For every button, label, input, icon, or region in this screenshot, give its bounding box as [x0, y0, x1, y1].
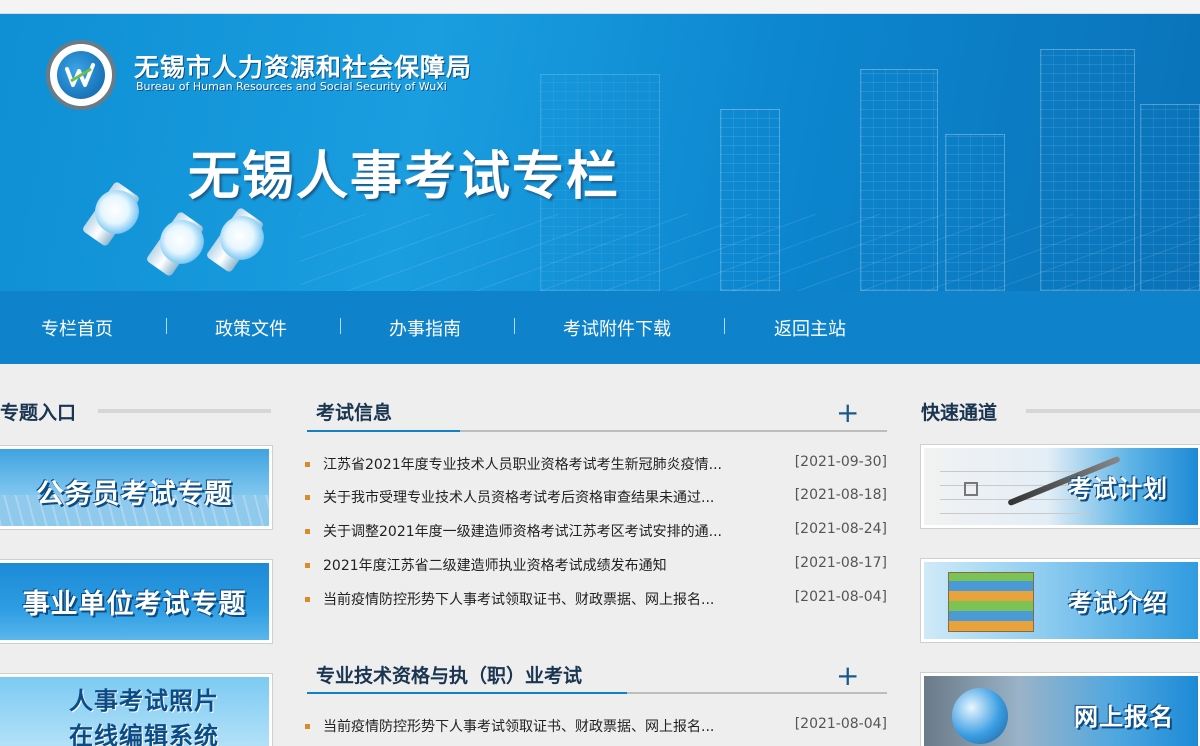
- spotlight-icon: [95, 190, 139, 234]
- books-icon: [948, 572, 1034, 632]
- card-label: 考试计划: [1068, 475, 1168, 503]
- card-exam-plan[interactable]: 考试计划: [920, 444, 1200, 529]
- nav-item-policy[interactable]: 政策文件: [215, 315, 287, 341]
- bureau-logo[interactable]: [46, 40, 116, 110]
- bullet-icon: [305, 462, 310, 467]
- logo-emblem: [57, 51, 105, 99]
- card-image: 事业单位考试专题: [0, 563, 269, 640]
- nav-separator: [166, 318, 167, 334]
- section-divider: [98, 409, 271, 413]
- list-item-date: [2021-08-04]: [794, 589, 887, 605]
- list-item-title[interactable]: 关于我市受理专业技术人员资格考试考后资格审查结果未通过...: [323, 487, 768, 507]
- list-item-date: [2021-08-24]: [794, 521, 887, 537]
- section-title-exam-info: 考试信息: [316, 402, 393, 424]
- list-item[interactable]: 关于调整2021年度一级建造师资格考试江苏考区考试安排的通... [2021-0…: [305, 521, 887, 541]
- card-photo-editing-system[interactable]: 人事考试照片 在线编辑系统: [0, 673, 273, 746]
- section-divider-accent: [307, 692, 627, 694]
- spotlight-icon: [160, 220, 204, 264]
- card-image: 人事考试照片 在线编辑系统: [0, 677, 269, 746]
- card-label: 考试介绍: [1068, 589, 1168, 617]
- section-title-professional-exam: 专业技术资格与执（职）业考试: [316, 665, 583, 687]
- list-item-date: [2021-08-17]: [794, 555, 887, 571]
- header-banner: 无锡市人力资源和社会保障局 Bureau of Human Resources …: [0, 14, 1200, 291]
- globe-icon: [952, 688, 1008, 744]
- list-item-title[interactable]: 当前疫情防控形势下人事考试领取证书、财政票据、网上报名...: [323, 589, 768, 609]
- list-item[interactable]: 2021年度江苏省二级建造师执业资格考试成绩发布通知 [2021-08-17]: [305, 555, 887, 575]
- section-divider: [1026, 409, 1200, 413]
- card-image: 考试介绍: [924, 562, 1198, 639]
- card-label: 公务员考试专题: [36, 479, 233, 510]
- list-item-title[interactable]: 江苏省2021年度专业技术人员职业资格考试考生新冠肺炎疫情...: [323, 454, 768, 474]
- nav-item-downloads[interactable]: 考试附件下载: [563, 315, 671, 341]
- nav-item-home[interactable]: 专栏首页: [41, 315, 113, 341]
- card-public-institution-exam[interactable]: 事业单位考试专题: [0, 559, 273, 644]
- list-item[interactable]: 当前疫情防控形势下人事考试领取证书、财政票据、网上报名... [2021-08-…: [305, 589, 887, 609]
- nav-separator: [514, 318, 515, 334]
- list-item[interactable]: 关于我市受理专业技术人员资格考试考后资格审查结果未通过... [2021-08-…: [305, 487, 887, 507]
- list-item-title[interactable]: 2021年度江苏省二级建造师执业资格考试成绩发布通知: [323, 555, 768, 575]
- card-label: 网上报名: [1074, 703, 1174, 731]
- nav-item-guide[interactable]: 办事指南: [389, 315, 461, 341]
- page-title: 无锡人事考试专栏: [188, 147, 621, 207]
- card-civil-servant-exam[interactable]: 公务员考试专题: [0, 445, 273, 530]
- more-plus-icon[interactable]: +: [836, 662, 859, 690]
- more-plus-icon[interactable]: +: [836, 399, 859, 427]
- top-strip: [0, 0, 1200, 14]
- banner-floor-grid: [300, 214, 1200, 291]
- checkbox-icon: [964, 482, 978, 496]
- org-name-en: Bureau of Human Resources and Social Sec…: [136, 80, 447, 93]
- bullet-icon: [305, 563, 310, 568]
- card-label: 事业单位考试专题: [22, 589, 247, 620]
- spotlight-icon: [220, 216, 264, 260]
- list-item-date: [2021-08-04]: [794, 716, 887, 732]
- nav-separator: [724, 318, 725, 334]
- card-image: 考试计划: [924, 448, 1198, 525]
- logo-emblem-icon: [65, 63, 95, 87]
- card-exam-intro[interactable]: 考试介绍: [920, 558, 1200, 643]
- list-item[interactable]: 当前疫情防控形势下人事考试领取证书、财政票据、网上报名... [2021-08-…: [305, 716, 887, 736]
- section-title-quick-access: 快速通道: [921, 402, 998, 424]
- nav-item-main-site[interactable]: 返回主站: [774, 315, 846, 341]
- list-item-title[interactable]: 当前疫情防控形势下人事考试领取证书、财政票据、网上报名...: [323, 716, 768, 736]
- nav-separator: [340, 318, 341, 334]
- card-label-line2: 在线编辑系统: [69, 721, 219, 746]
- main-nav: 专栏首页 政策文件 办事指南 考试附件下载 返回主站: [0, 291, 1200, 364]
- bullet-icon: [305, 724, 310, 729]
- card-image: 公务员考试专题: [0, 449, 269, 526]
- list-item-title[interactable]: 关于调整2021年度一级建造师资格考试江苏考区考试安排的通...: [323, 521, 768, 541]
- list-item[interactable]: 江苏省2021年度专业技术人员职业资格考试考生新冠肺炎疫情... [2021-0…: [305, 454, 887, 474]
- card-image: 网上报名: [924, 676, 1198, 746]
- section-divider-accent: [307, 430, 460, 432]
- list-item-date: [2021-09-30]: [794, 454, 887, 470]
- section-title-topics: 专题入口: [0, 402, 77, 424]
- card-label-line1: 人事考试照片: [69, 686, 219, 715]
- bullet-icon: [305, 597, 310, 602]
- card-online-registration[interactable]: 网上报名: [920, 672, 1200, 746]
- bullet-icon: [305, 495, 310, 500]
- org-name-cn: 无锡市人力资源和社会保障局: [134, 53, 473, 82]
- bullet-icon: [305, 529, 310, 534]
- list-item-date: [2021-08-18]: [794, 487, 887, 503]
